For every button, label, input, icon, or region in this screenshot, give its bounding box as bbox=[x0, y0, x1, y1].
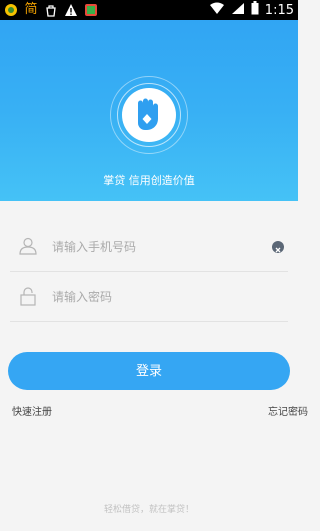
tagline: 掌贷 信用创造价值 bbox=[103, 174, 195, 187]
password-field bbox=[10, 272, 288, 322]
status-right: 1:15 bbox=[209, 1, 294, 19]
status-bar: 简 1:15 bbox=[0, 0, 298, 20]
status-left: 简 bbox=[4, 2, 98, 18]
hero-banner: 掌贷 信用创造价值 bbox=[0, 20, 298, 201]
password-input[interactable] bbox=[52, 287, 252, 307]
register-link[interactable]: 快速注册 bbox=[12, 403, 52, 418]
clear-icon[interactable] bbox=[272, 241, 284, 253]
forgot-password-link[interactable]: 忘记密码 bbox=[268, 403, 308, 418]
wifi-icon bbox=[209, 2, 225, 19]
phone-field bbox=[10, 222, 288, 272]
phone-input[interactable] bbox=[52, 237, 252, 257]
warning-icon bbox=[64, 3, 78, 17]
battery-icon bbox=[251, 1, 259, 19]
app-store-icon bbox=[84, 3, 98, 17]
user-icon bbox=[18, 236, 38, 256]
bag-icon bbox=[44, 3, 58, 17]
status-time: 1:15 bbox=[264, 2, 294, 18]
footer-slogan: 轻松借贷，就在掌贷！ bbox=[103, 505, 194, 515]
signal-icon bbox=[231, 2, 245, 19]
login-form bbox=[0, 222, 298, 322]
login-button[interactable]: 登录 bbox=[8, 352, 290, 390]
carrier-char: 简 bbox=[24, 2, 38, 17]
lock-icon bbox=[18, 286, 38, 306]
palm-logo-icon bbox=[138, 98, 158, 130]
app-notification-icon bbox=[4, 3, 18, 17]
app-logo bbox=[122, 88, 176, 142]
